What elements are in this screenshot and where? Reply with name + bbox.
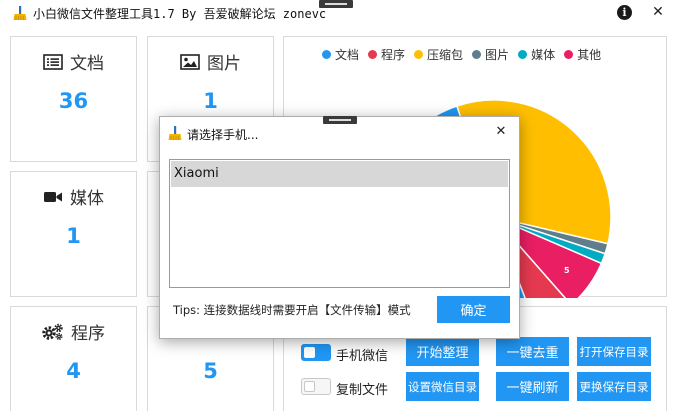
- phone-wechat-toggle[interactable]: [301, 344, 331, 361]
- broom-icon: [13, 6, 27, 20]
- title-bar: 小白微信文件整理工具1.7 By 吾爱破解论坛 zonevc i ✕: [0, 0, 677, 26]
- gears-icon: [42, 323, 63, 340]
- confirm-button[interactable]: 确定: [437, 296, 510, 323]
- card-programs: 程序 4: [10, 306, 137, 411]
- card-media-value: 1: [66, 224, 81, 248]
- set-wechat-dir-button[interactable]: 设置微信目录: [406, 372, 479, 401]
- card-programs-label: 程序: [71, 324, 105, 344]
- dialog-drag-handle[interactable]: [323, 116, 357, 124]
- card-media-label: 媒体: [70, 189, 104, 209]
- copy-files-label: 复制文件: [336, 383, 389, 398]
- start-organize-button[interactable]: 开始整理: [406, 337, 479, 366]
- close-icon[interactable]: ✕: [650, 3, 666, 21]
- dialog-title: 请选择手机...: [187, 128, 259, 142]
- card-media: 媒体 1: [10, 171, 137, 297]
- image-icon: [180, 53, 200, 70]
- info-icon[interactable]: i: [617, 5, 632, 20]
- card-others-value: 5: [203, 359, 218, 383]
- pie-data-label: 5: [564, 266, 570, 275]
- window-title: 小白微信文件整理工具1.7 By 吾爱破解论坛 zonevc: [33, 7, 327, 21]
- card-images-label: 图片: [207, 54, 241, 74]
- tips-text: Tips: 连接数据线时需要开启【文件传输】模式: [173, 303, 411, 317]
- close-icon[interactable]: ✕: [493, 124, 509, 140]
- list-item[interactable]: Xiaomi: [171, 161, 508, 187]
- phone-wechat-label: 手机微信: [336, 349, 389, 364]
- open-save-dir-button[interactable]: 打开保存目录: [577, 337, 651, 366]
- phone-list[interactable]: Xiaomi: [169, 159, 510, 288]
- change-save-dir-button[interactable]: 更换保存目录: [577, 372, 651, 401]
- card-images-value: 1: [203, 89, 218, 113]
- card-documents-value: 36: [58, 89, 89, 113]
- broom-icon: [168, 126, 182, 140]
- card-documents: 文档 36: [10, 36, 137, 162]
- one-click-dedupe-button[interactable]: 一键去重: [496, 337, 569, 366]
- card-documents-label: 文档: [70, 54, 104, 74]
- copy-files-toggle[interactable]: [301, 378, 331, 395]
- document-list-icon: [43, 53, 63, 70]
- one-click-refresh-button[interactable]: 一键刷新: [496, 372, 569, 401]
- select-phone-dialog: 请选择手机... ✕ Xiaomi Tips: 连接数据线时需要开启【文件传输】…: [159, 116, 520, 339]
- card-programs-value: 4: [66, 359, 81, 383]
- video-camera-icon: [44, 191, 62, 202]
- drag-handle[interactable]: [319, 0, 353, 8]
